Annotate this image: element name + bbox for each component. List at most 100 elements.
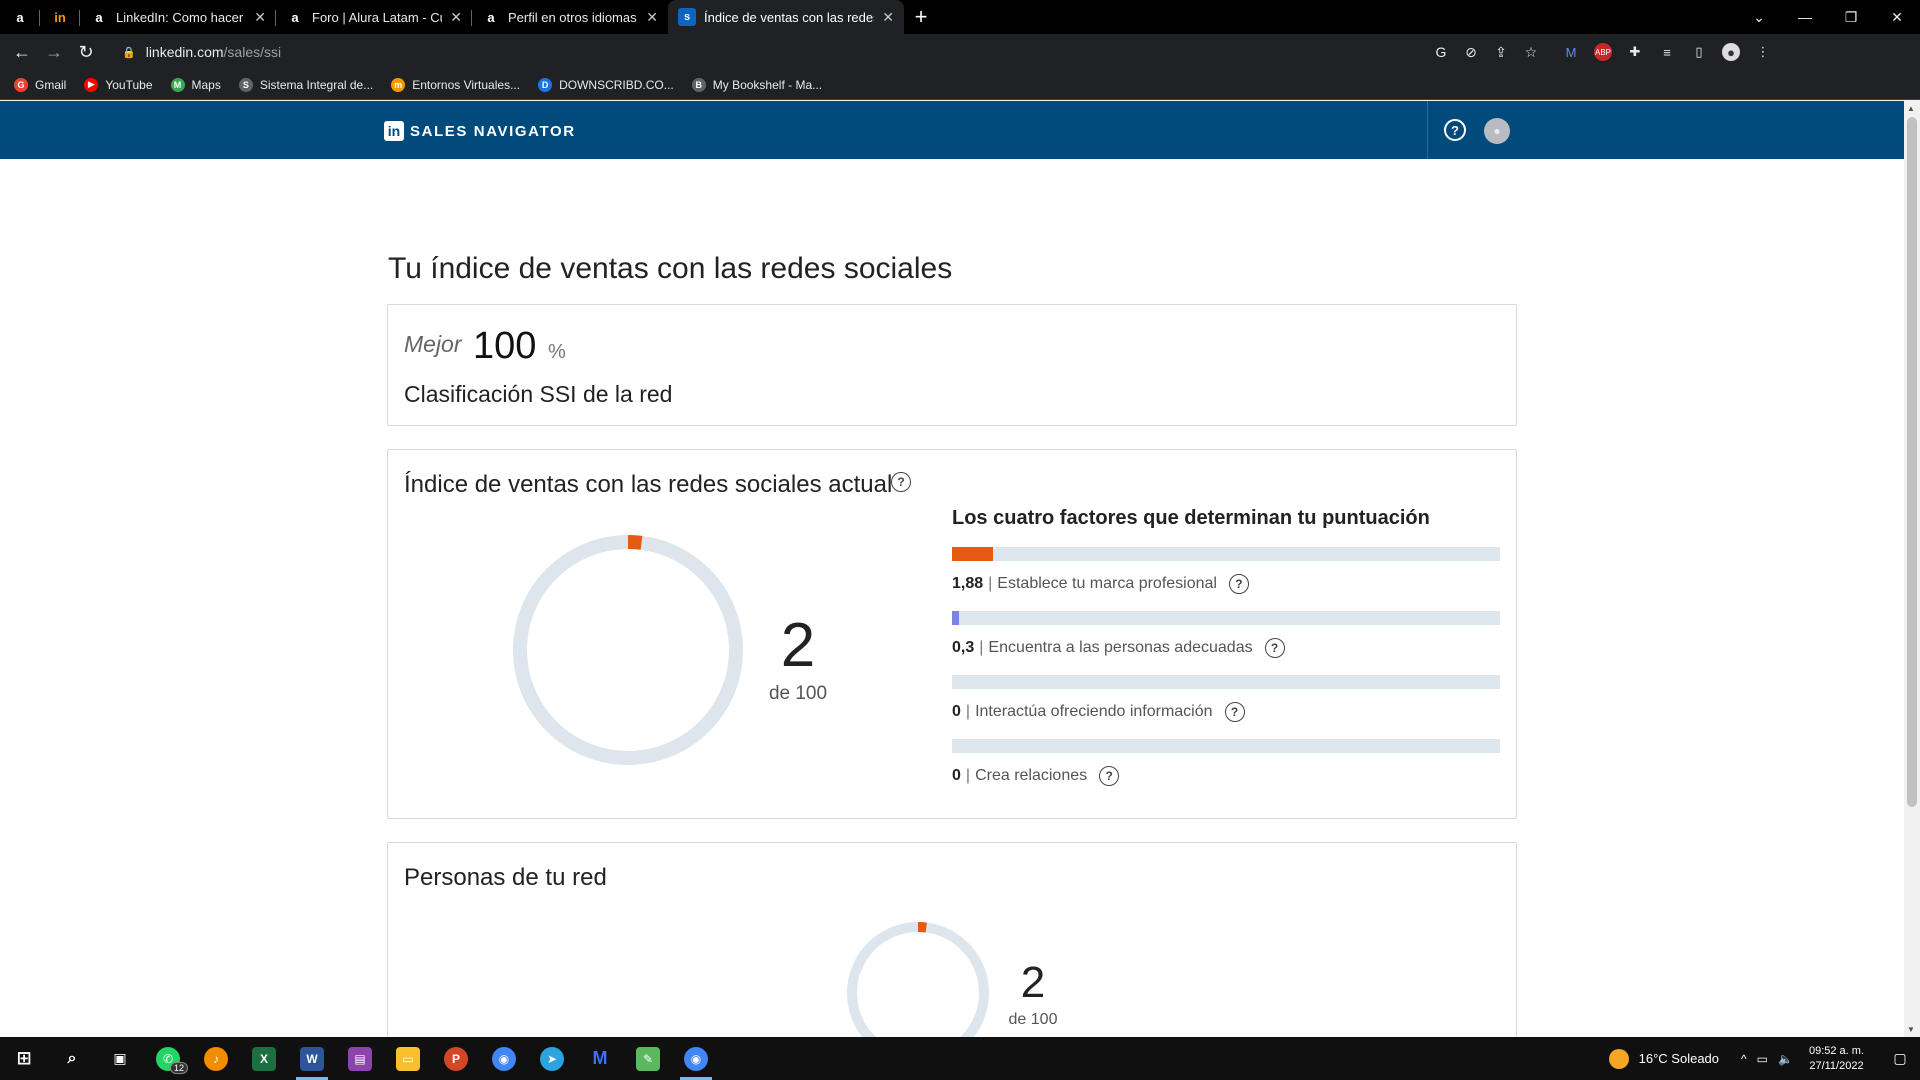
file-explorer-icon[interactable]: ▭ (384, 1037, 432, 1080)
profile-icon[interactable]: ● (1722, 43, 1740, 61)
network-card: Personas de tu red 2 de 100 (387, 842, 1517, 1037)
whatsapp-icon[interactable]: ✆ 12 (144, 1037, 192, 1080)
factor-name: Establece tu marca profesional (997, 575, 1217, 592)
help-icon[interactable]: ? (1444, 119, 1466, 141)
current-ssi-card: Índice de ventas con las redes sociales … (387, 449, 1517, 819)
bookmark-item[interactable]: D DOWNSCRIBD.CO... (538, 77, 674, 92)
factor-name: Encuentra a las personas adecuadas (988, 639, 1253, 656)
eye-off-icon[interactable]: ⊘ (1462, 43, 1480, 61)
linkedin-logo-icon[interactable]: in (384, 121, 404, 141)
bookmark-icon: S (238, 77, 253, 92)
avatar[interactable]: ● (1484, 118, 1510, 144)
network-donut-chart (847, 922, 989, 1037)
back-icon[interactable]: ← (6, 36, 38, 68)
bookmark-item[interactable]: M Maps (170, 77, 221, 92)
factor-track (952, 739, 1500, 753)
clock[interactable]: 09:52 a. m. 27/11/2022 (1809, 1044, 1864, 1074)
factor-fill (952, 611, 959, 625)
chrome-icon[interactable]: ◉ (480, 1037, 528, 1080)
puzzle-icon[interactable]: ✚ (1626, 43, 1644, 61)
factor-track (952, 547, 1500, 561)
share-icon[interactable]: ⇪ (1492, 43, 1510, 61)
bookmark-label: Entornos Virtuales... (412, 77, 521, 92)
factor-name: Interactúa ofreciendo información (975, 703, 1213, 720)
window-close-icon[interactable]: ✕ (1874, 0, 1920, 34)
tab-ssi-active[interactable]: s Índice de ventas con las redes so ✕ (668, 0, 904, 34)
bookmark-item[interactable]: m Entornos Virtuales... (391, 77, 521, 92)
network-ranking-card: Mejor 100 % Clasificación SSI de la red (387, 304, 1517, 426)
bookmark-icon: D (538, 77, 553, 92)
address-bar[interactable]: 🔒 linkedin.com/sales/ssi G ⊘ ⇪ ☆ (108, 38, 1548, 66)
bookmark-item[interactable]: G Gmail (14, 77, 66, 92)
scroll-up-icon[interactable]: ▲ (1907, 104, 1915, 113)
excel-icon[interactable]: X (240, 1037, 288, 1080)
help-icon[interactable]: ? (1224, 702, 1245, 722)
tab-title: LinkedIn: Como hacer que tu per (116, 9, 246, 25)
star-icon[interactable]: ☆ (1522, 43, 1540, 61)
bookmark-icon: B (691, 77, 706, 92)
close-icon[interactable]: ✕ (646, 9, 658, 26)
windows-taskbar: ⊞ ⌕ ▣ ✆ 12 ♪ X W ▤ ▭ P ◉ ➤ M ✎ ◉ 16°C Sol… (0, 1037, 1920, 1080)
adblock-icon[interactable]: ABP (1594, 43, 1612, 61)
chevron-up-icon[interactable]: ^ (1741, 1052, 1747, 1066)
close-icon[interactable]: ✕ (882, 9, 894, 26)
page-scrollbar[interactable]: ▲ ▼ (1904, 101, 1920, 1037)
restore-icon[interactable]: ❐ (1828, 0, 1874, 34)
factor-value: 0 (952, 703, 961, 720)
fl-studio-icon[interactable]: ♪ (192, 1037, 240, 1080)
bookmark-label: Sistema Integral de... (259, 77, 374, 92)
close-icon[interactable]: ✕ (450, 9, 462, 26)
factor-track (952, 675, 1500, 689)
forward-icon[interactable]: → (38, 36, 70, 68)
network-icon[interactable]: ▭ (1757, 1052, 1768, 1066)
tab-linkedin-languages[interactable]: a Perfil en otros idiomas | LinkedIn ✕ (472, 0, 668, 34)
tab-pinned-linkedin-learning[interactable]: in (40, 0, 80, 34)
malwarebytes-icon[interactable]: M (576, 1037, 624, 1080)
volume-icon[interactable]: 🔈 (1778, 1052, 1793, 1066)
bookmark-label: My Bookshelf - Ma... (712, 77, 823, 92)
google-icon[interactable]: G (1432, 43, 1450, 61)
help-icon[interactable]: ? (1228, 574, 1249, 594)
factor-value: 1,88 (952, 575, 984, 592)
menu-icon[interactable]: ⋮ (1754, 43, 1772, 61)
bookmark-item[interactable]: S Sistema Integral de... (238, 77, 374, 92)
ssi-donut-chart (513, 535, 743, 765)
notification-icon[interactable]: ▢ (1880, 1050, 1920, 1067)
search-icon[interactable]: ⌕ (48, 1037, 96, 1080)
telegram-icon[interactable]: ➤ (528, 1037, 576, 1080)
app-brand[interactable]: SALES NAVIGATOR (410, 123, 576, 140)
linkedin-learning-icon: in (54, 9, 66, 25)
chrome-active-icon[interactable]: ◉ (672, 1037, 720, 1080)
minimize-icon[interactable]: — (1782, 0, 1828, 34)
weather-widget[interactable]: 16°C Soleado (1608, 1048, 1719, 1069)
tab-search-icon[interactable]: ⌄ (1736, 0, 1782, 34)
amazon-icon: a (95, 9, 103, 25)
close-icon[interactable]: ✕ (254, 9, 266, 26)
tab-title: Foro | Alura Latam - Cursos onlin (312, 9, 442, 25)
tab-pinned-amazon[interactable]: a (0, 0, 40, 34)
bookmark-icon: M (170, 77, 185, 92)
scrollbar-thumb[interactable] (1907, 117, 1917, 807)
bookmark-item[interactable]: B My Bookshelf - Ma... (691, 77, 823, 92)
bookmark-item[interactable]: ▶ YouTube (84, 77, 153, 92)
new-tab-button[interactable]: + (904, 0, 938, 34)
extension-m-icon[interactable]: M (1562, 43, 1580, 61)
reload-icon[interactable]: ↻ (70, 36, 102, 68)
windows-start-icon[interactable]: ⊞ (0, 1037, 48, 1080)
archive-icon[interactable]: ▤ (336, 1037, 384, 1080)
notepad-icon[interactable]: ✎ (624, 1037, 672, 1080)
side-panel-icon[interactable]: ▯ (1690, 43, 1708, 61)
tab-alura-forum[interactable]: a Foro | Alura Latam - Cursos onlin ✕ (276, 0, 472, 34)
reading-list-icon[interactable]: ≡ (1658, 43, 1676, 61)
help-icon[interactable]: ? (1264, 638, 1285, 658)
help-icon[interactable]: ? (1099, 766, 1120, 786)
bookmark-label: YouTube (105, 77, 153, 92)
tab-linkedin-profile[interactable]: a LinkedIn: Como hacer que tu per ✕ (80, 0, 276, 34)
word-icon[interactable]: W (288, 1037, 336, 1080)
powerpoint-icon[interactable]: P (432, 1037, 480, 1080)
ssi-card-title: Índice de ventas con las redes sociales … (404, 471, 893, 498)
scroll-down-icon[interactable]: ▼ (1907, 1025, 1915, 1034)
task-view-icon[interactable]: ▣ (96, 1037, 144, 1080)
help-icon[interactable]: ? (891, 472, 911, 492)
header-divider (1427, 101, 1428, 159)
